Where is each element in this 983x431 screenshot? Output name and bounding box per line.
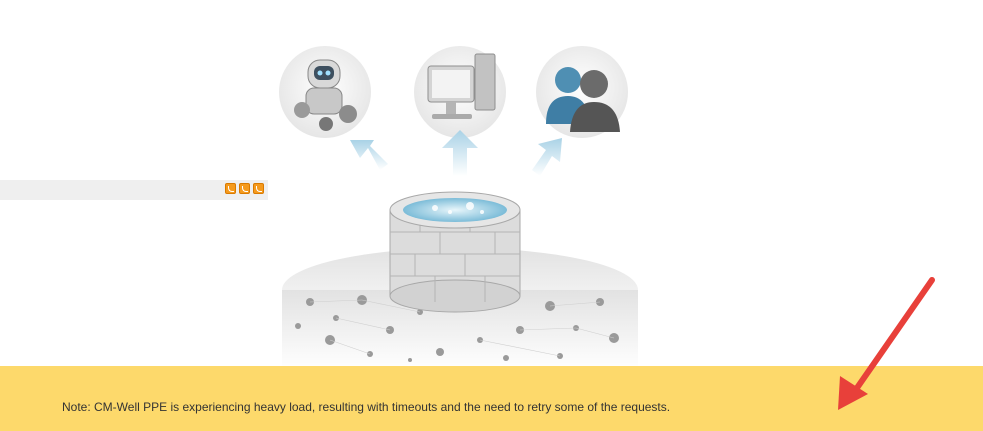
users-icon: [536, 46, 628, 138]
notice-text: Note: CM-Well PPE is experiencing heavy …: [62, 400, 671, 414]
rdf-feed-icon[interactable]: [239, 183, 250, 194]
rss-feed-icon[interactable]: [225, 183, 236, 194]
hero-illustration: [279, 46, 638, 370]
feed-icons: [225, 183, 264, 194]
up-arrows-icon: [350, 130, 562, 176]
annotation-arrow-icon: [838, 277, 935, 410]
data-well-icon: [389, 191, 521, 313]
json-feed-icon[interactable]: [253, 183, 264, 194]
toolbar-strip: [0, 180, 268, 200]
robot-icon: [279, 46, 371, 138]
computer-icon: [414, 46, 506, 138]
